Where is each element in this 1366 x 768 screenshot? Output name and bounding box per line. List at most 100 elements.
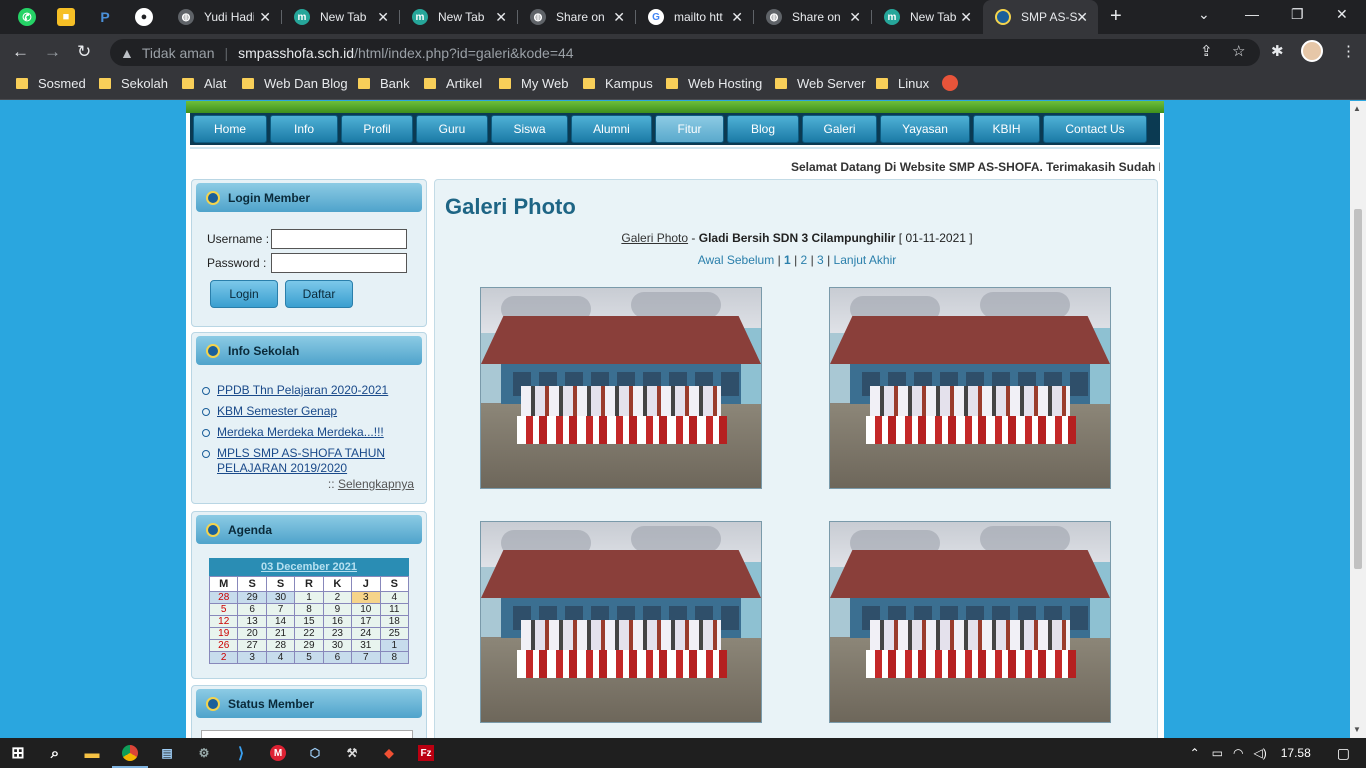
register-button[interactable]: Daftar	[285, 280, 353, 308]
gallery-photo[interactable]	[480, 287, 762, 489]
login-button[interactable]: Login	[210, 280, 278, 308]
bookmark-folder[interactable]: Artikel	[424, 76, 482, 91]
calendar-day[interactable]: 1	[294, 591, 324, 604]
reload-icon[interactable]: ↻	[77, 42, 91, 62]
calendar-day[interactable]: 10	[351, 603, 381, 616]
notification-icon[interactable]: ▢	[1337, 745, 1350, 762]
keep-icon[interactable]: ■	[57, 8, 75, 26]
address-bar[interactable]: ▲ Tidak aman | smpasshofa.sch.id/html/in…	[110, 39, 1260, 66]
virtualbox-icon[interactable]: ⬡	[305, 743, 325, 763]
bookmark-folder[interactable]: Web Hosting	[666, 76, 762, 91]
calendar-month[interactable]: 03 December 2021	[209, 558, 409, 576]
bookmark-folder[interactable]: Bank	[358, 76, 410, 91]
scroll-up-icon[interactable]: ▲	[1353, 104, 1361, 113]
calendar-day[interactable]: 14	[265, 615, 296, 628]
calendar-day[interactable]: 25	[379, 627, 410, 640]
close-icon[interactable]: ✕	[849, 9, 861, 26]
pager-next[interactable]: Lanjut	[834, 253, 867, 267]
bookmark-folder[interactable]: Web Server	[775, 76, 865, 91]
calendar-day[interactable]: 28	[208, 591, 239, 604]
search-icon[interactable]: ⌕	[45, 743, 65, 763]
minimize-button[interactable]: —	[1245, 6, 1259, 22]
bookmark-folder[interactable]: Web Dan Blog	[242, 76, 348, 91]
tab-5[interactable]: G mailto htt ✕	[636, 0, 753, 34]
chevron-up-icon[interactable]: ⌃	[1190, 746, 1200, 760]
app-m-icon[interactable]: M	[268, 743, 288, 763]
calendar-day[interactable]: 24	[351, 627, 381, 640]
calendar-day[interactable]: 29	[294, 639, 324, 652]
close-window-button[interactable]: ✕	[1336, 6, 1348, 23]
calendar-day[interactable]: 26	[208, 639, 239, 652]
menu-contact[interactable]: Contact Us	[1043, 115, 1147, 143]
calendar-day[interactable]: 30	[265, 591, 296, 604]
calendar-day[interactable]: 28	[265, 639, 296, 652]
calendar-day[interactable]: 15	[294, 615, 324, 628]
pager-page-3[interactable]: 3	[817, 253, 824, 267]
restore-button[interactable]: ❐	[1291, 6, 1304, 23]
tab-search-icon[interactable]: ⌄	[1198, 6, 1210, 23]
star-icon[interactable]: ☆	[1232, 42, 1245, 60]
calendar-day[interactable]: 3	[237, 651, 267, 664]
settings-icon[interactable]: ⚙	[194, 743, 214, 763]
bookmark-extra[interactable]	[942, 75, 958, 91]
calendar-day[interactable]: 12	[208, 615, 239, 628]
close-icon[interactable]: ✕	[613, 9, 625, 26]
calendar-day[interactable]: 8	[379, 651, 410, 664]
menu-kbih[interactable]: KBIH	[973, 115, 1040, 143]
tab-2[interactable]: m New Tab ✕	[282, 0, 399, 34]
menu-guru[interactable]: Guru	[416, 115, 488, 143]
bookmark-folder[interactable]: Linux	[876, 76, 929, 91]
close-icon[interactable]: ✕	[1076, 9, 1088, 26]
share-icon[interactable]: ⇪	[1200, 42, 1213, 60]
calendar-day[interactable]: 27	[237, 639, 267, 652]
menu-siswa[interactable]: Siswa	[491, 115, 568, 143]
bookmark-folder[interactable]: Sosmed	[16, 76, 86, 91]
tab-4[interactable]: ◍ Share on ✕	[518, 0, 635, 34]
more-link[interactable]: Selengkapnya	[338, 477, 414, 491]
menu-profil[interactable]: Profil	[341, 115, 413, 143]
scrollbar-thumb[interactable]	[1354, 209, 1362, 569]
tools-icon[interactable]: ⚒	[342, 743, 362, 763]
calendar-day[interactable]: 2	[208, 651, 239, 664]
bookmark-folder[interactable]: Kampus	[583, 76, 653, 91]
scroll-down-icon[interactable]: ▼	[1353, 725, 1361, 734]
password-input[interactable]	[271, 253, 407, 273]
calendar-day[interactable]: 7	[351, 651, 381, 664]
pager-prev[interactable]: Sebelum	[727, 253, 774, 267]
filezilla-icon[interactable]: Fz	[416, 743, 436, 763]
vscode-icon[interactable]: ⟩	[231, 743, 251, 763]
whatsapp-icon[interactable]: ✆	[18, 8, 36, 26]
calendar-day[interactable]: 1	[379, 639, 410, 652]
bookmark-folder[interactable]: Alat	[182, 76, 226, 91]
close-icon[interactable]: ✕	[377, 9, 389, 26]
bookmark-folder[interactable]: My Web	[499, 76, 568, 91]
forward-icon[interactable]: →	[44, 42, 61, 62]
bookmark-folder[interactable]: Sekolah	[99, 76, 168, 91]
pager-last[interactable]: Akhir	[869, 253, 896, 267]
clock[interactable]: 17.58	[1281, 746, 1311, 760]
pager-page-2[interactable]: 2	[801, 253, 808, 267]
windows-start-icon[interactable]: ⊞	[8, 743, 28, 763]
menu-yayasan[interactable]: Yayasan	[880, 115, 970, 143]
pager-first[interactable]: Awal	[698, 253, 724, 267]
scrollbar[interactable]: ▲ ▼	[1350, 101, 1366, 738]
battery-icon[interactable]: ▭	[1212, 746, 1223, 760]
url-host[interactable]: smpasshofa.sch.id	[238, 45, 354, 61]
notepad-icon[interactable]: ▤	[157, 743, 177, 763]
menu-alumni[interactable]: Alumni	[571, 115, 652, 143]
file-explorer-icon[interactable]: ▬	[82, 743, 102, 763]
calendar-day[interactable]: 3	[351, 591, 381, 604]
new-tab-button[interactable]: +	[1110, 5, 1122, 28]
extensions-icon[interactable]: ✱	[1271, 42, 1284, 60]
tab-6[interactable]: ◍ Share on ✕	[754, 0, 871, 34]
git-icon[interactable]: ◆	[379, 743, 399, 763]
calendar-day[interactable]: 5	[294, 651, 324, 664]
wifi-icon[interactable]: ◠	[1233, 746, 1243, 760]
username-input[interactable]	[271, 229, 407, 249]
tab-active[interactable]: SMP AS-S ✕	[983, 0, 1098, 34]
info-link[interactable]: PPDB Thn Pelajaran 2020-2021	[217, 383, 388, 397]
warning-icon[interactable]: ▲	[120, 45, 134, 61]
github-icon[interactable]: ●	[135, 8, 153, 26]
menu-blog[interactable]: Blog	[727, 115, 799, 143]
menu-info[interactable]: Info	[270, 115, 338, 143]
